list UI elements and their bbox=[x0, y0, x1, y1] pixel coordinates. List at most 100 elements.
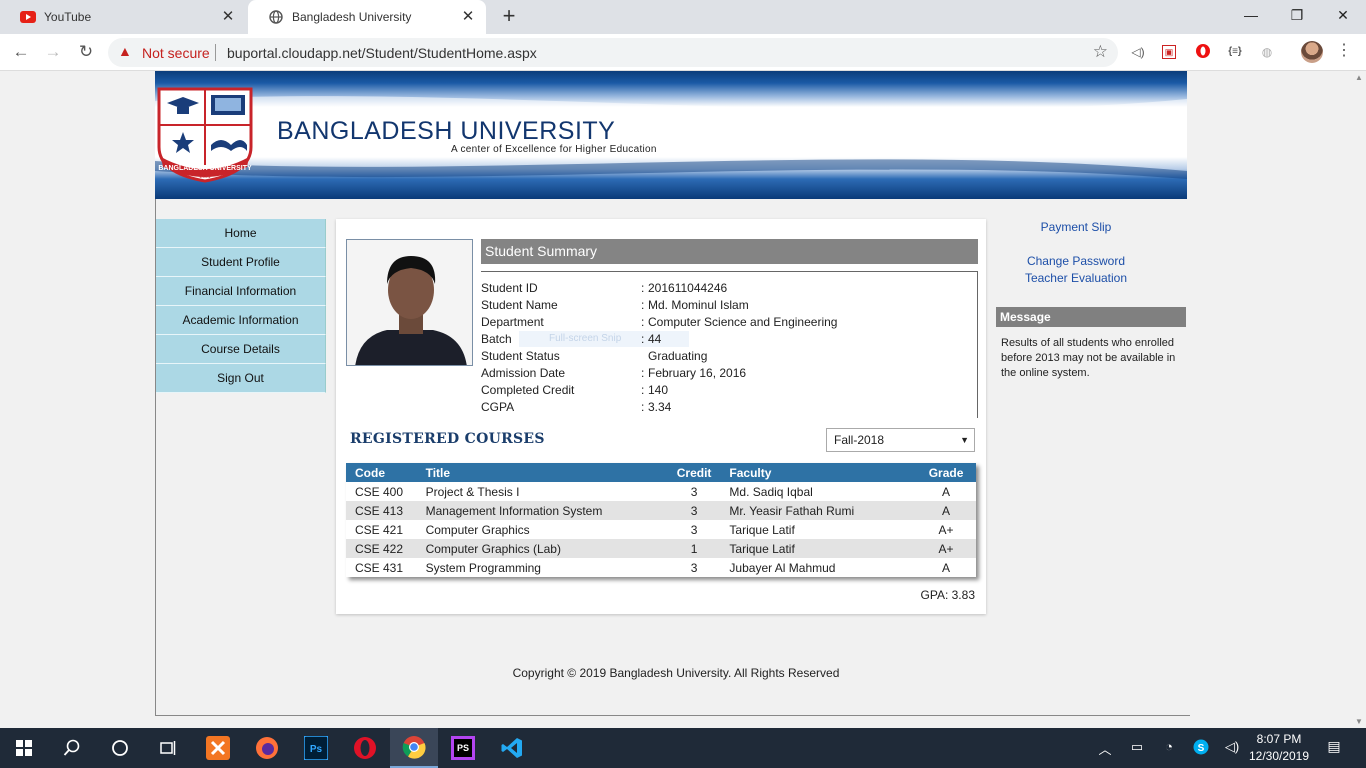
table-row: CSE 431 System Programming 3 Jubayer Al … bbox=[346, 558, 976, 577]
tab-youtube[interactable]: YouTube ✕ bbox=[0, 0, 246, 34]
sidebar-nav: Home Student Profile Financial Informati… bbox=[156, 219, 326, 393]
semester-selected: Fall-2018 bbox=[834, 433, 885, 447]
tray-overflow-icon[interactable]: ︿ bbox=[1095, 739, 1115, 758]
student-photo bbox=[346, 239, 473, 366]
course-faculty: Tarique Latif bbox=[720, 520, 917, 539]
course-code: CSE 413 bbox=[346, 501, 417, 520]
table-row: CSE 422 Computer Graphics (Lab) 1 Tariqu… bbox=[346, 539, 976, 558]
table-row: CSE 400 Project & Thesis I 3 Md. Sadiq I… bbox=[346, 482, 976, 501]
change-password-link[interactable]: Change Password bbox=[996, 254, 1156, 268]
restore-button[interactable]: ❐ bbox=[1274, 0, 1320, 30]
close-tab-icon[interactable]: ✕ bbox=[460, 9, 476, 25]
taskbar-xampp[interactable] bbox=[194, 728, 242, 768]
message-heading: Message bbox=[996, 307, 1186, 327]
speaker-extension-icon[interactable]: ◁) bbox=[1129, 43, 1147, 61]
course-title: Management Information System bbox=[416, 501, 668, 520]
url-text[interactable]: buportal.cloudapp.net/Student/StudentHom… bbox=[227, 45, 537, 61]
notification-center-icon[interactable]: ▤ bbox=[1324, 738, 1344, 758]
scroll-up-icon[interactable]: ▲ bbox=[1355, 73, 1363, 82]
svg-text:S: S bbox=[1198, 743, 1205, 754]
nav-course-details[interactable]: Course Details bbox=[156, 335, 326, 364]
back-button[interactable]: ← bbox=[9, 40, 33, 64]
student-summary-box: Student ID:201611044246 Student Name: Md.… bbox=[481, 271, 978, 418]
page-footer: Copyright © 2019 Bangladesh University. … bbox=[512, 666, 840, 680]
phpstorm-icon: PS bbox=[451, 736, 475, 760]
system-clock[interactable]: 8:07 PM 12/30/2019 bbox=[1248, 731, 1310, 765]
summary-value: 44 bbox=[648, 332, 662, 346]
tab-title: Bangladesh University bbox=[292, 10, 412, 24]
scroll-down-icon[interactable]: ▼ bbox=[1355, 717, 1363, 726]
col-header-grade: Grade bbox=[916, 463, 976, 482]
svg-text:PS: PS bbox=[457, 743, 469, 753]
summary-value: 3.34 bbox=[648, 400, 672, 414]
nav-sign-out[interactable]: Sign Out bbox=[156, 364, 326, 393]
table-header-row: Code Title Credit Faculty Grade bbox=[346, 463, 976, 482]
summary-label: Student Name bbox=[481, 298, 558, 312]
taskbar-vscode[interactable] bbox=[488, 728, 536, 768]
semester-select[interactable]: Fall-2018 ▼ bbox=[826, 428, 975, 452]
browser-tab-strip: YouTube ✕ Bangladesh University ✕ + — ❐ … bbox=[0, 0, 1366, 34]
globe-extension-icon[interactable]: ◍ bbox=[1258, 43, 1276, 61]
taskbar-opera[interactable] bbox=[341, 728, 389, 768]
course-grade: A bbox=[916, 501, 976, 520]
col-header-title: Title bbox=[416, 463, 668, 482]
windows-icon bbox=[16, 740, 32, 756]
wifi-icon[interactable]: ◔ bbox=[1159, 739, 1179, 754]
logo-text: BANGLADESH UNIVERSITY bbox=[158, 165, 252, 172]
taskbar-firefox[interactable] bbox=[243, 728, 291, 768]
opera-extension-icon[interactable] bbox=[1194, 43, 1212, 61]
page-scrollbar[interactable]: ▲ ▼ bbox=[1352, 71, 1366, 728]
bookmark-star-icon[interactable]: ☆ bbox=[1093, 42, 1108, 62]
course-credit: 3 bbox=[667, 482, 721, 501]
json-extension-icon[interactable]: {≡} bbox=[1226, 43, 1244, 61]
save-extension-icon[interactable]: ▣ bbox=[1162, 45, 1176, 59]
university-banner: BANGLADESH UNIVERSITY 2001 BANGLADESH UN… bbox=[155, 71, 1187, 199]
profile-avatar[interactable] bbox=[1301, 41, 1323, 63]
gpa-value: GPA: 3.83 bbox=[920, 588, 975, 602]
new-tab-button[interactable]: + bbox=[498, 5, 520, 29]
course-faculty: Md. Sadiq Iqbal bbox=[720, 482, 917, 501]
vscode-icon bbox=[501, 738, 522, 758]
skype-icon[interactable]: S bbox=[1191, 739, 1211, 758]
taskbar-phpstorm[interactable]: PS bbox=[439, 728, 487, 768]
payment-slip-link[interactable]: Payment Slip bbox=[996, 220, 1156, 234]
summary-label: Department bbox=[481, 315, 544, 329]
summary-value: Graduating bbox=[648, 349, 708, 363]
search-button[interactable] bbox=[48, 728, 96, 768]
registered-courses-title: REGISTERED COURSES bbox=[350, 431, 545, 447]
browser-menu-icon[interactable]: ⋮ bbox=[1336, 40, 1352, 60]
nav-home[interactable]: Home bbox=[156, 219, 326, 248]
reload-button[interactable]: ↻ bbox=[74, 40, 98, 64]
volume-icon[interactable]: ◁) bbox=[1222, 739, 1242, 755]
taskbar-photoshop[interactable]: Ps bbox=[292, 728, 340, 768]
nav-academic-information[interactable]: Academic Information bbox=[156, 306, 326, 335]
minimize-button[interactable]: — bbox=[1228, 0, 1274, 30]
course-code: CSE 431 bbox=[346, 558, 417, 577]
col-header-faculty: Faculty bbox=[720, 463, 917, 482]
nav-financial-information[interactable]: Financial Information bbox=[156, 277, 326, 306]
close-tab-icon[interactable]: ✕ bbox=[220, 9, 236, 25]
forward-button[interactable]: → bbox=[41, 40, 65, 64]
address-bar[interactable]: ▲ Not secure buportal.cloudapp.net/Stude… bbox=[108, 38, 1118, 67]
security-label[interactable]: Not secure bbox=[142, 45, 210, 61]
svg-text:Ps: Ps bbox=[310, 744, 323, 755]
task-view-button[interactable] bbox=[144, 728, 192, 768]
cortana-button[interactable] bbox=[96, 728, 144, 768]
globe-icon bbox=[268, 9, 284, 25]
teacher-evaluation-link[interactable]: Teacher Evaluation bbox=[996, 271, 1156, 285]
start-button[interactable] bbox=[0, 728, 48, 768]
xampp-icon bbox=[206, 736, 230, 760]
course-credit: 1 bbox=[667, 539, 721, 558]
tab-bangladesh-university[interactable]: Bangladesh University ✕ bbox=[248, 0, 486, 34]
search-icon bbox=[63, 739, 80, 756]
close-window-button[interactable]: ✕ bbox=[1320, 0, 1366, 30]
battery-icon[interactable]: ▭ bbox=[1127, 739, 1147, 755]
table-row: CSE 413 Management Information System 3 … bbox=[346, 501, 976, 520]
taskbar-chrome[interactable] bbox=[390, 728, 438, 768]
nav-student-profile[interactable]: Student Profile bbox=[156, 248, 326, 277]
logo-year: 2001 bbox=[199, 174, 210, 180]
summary-value: 201611044246 bbox=[648, 281, 728, 295]
course-title: Computer Graphics (Lab) bbox=[416, 539, 668, 558]
col-header-code: Code bbox=[346, 463, 417, 482]
dropdown-arrow-icon: ▼ bbox=[960, 435, 969, 445]
